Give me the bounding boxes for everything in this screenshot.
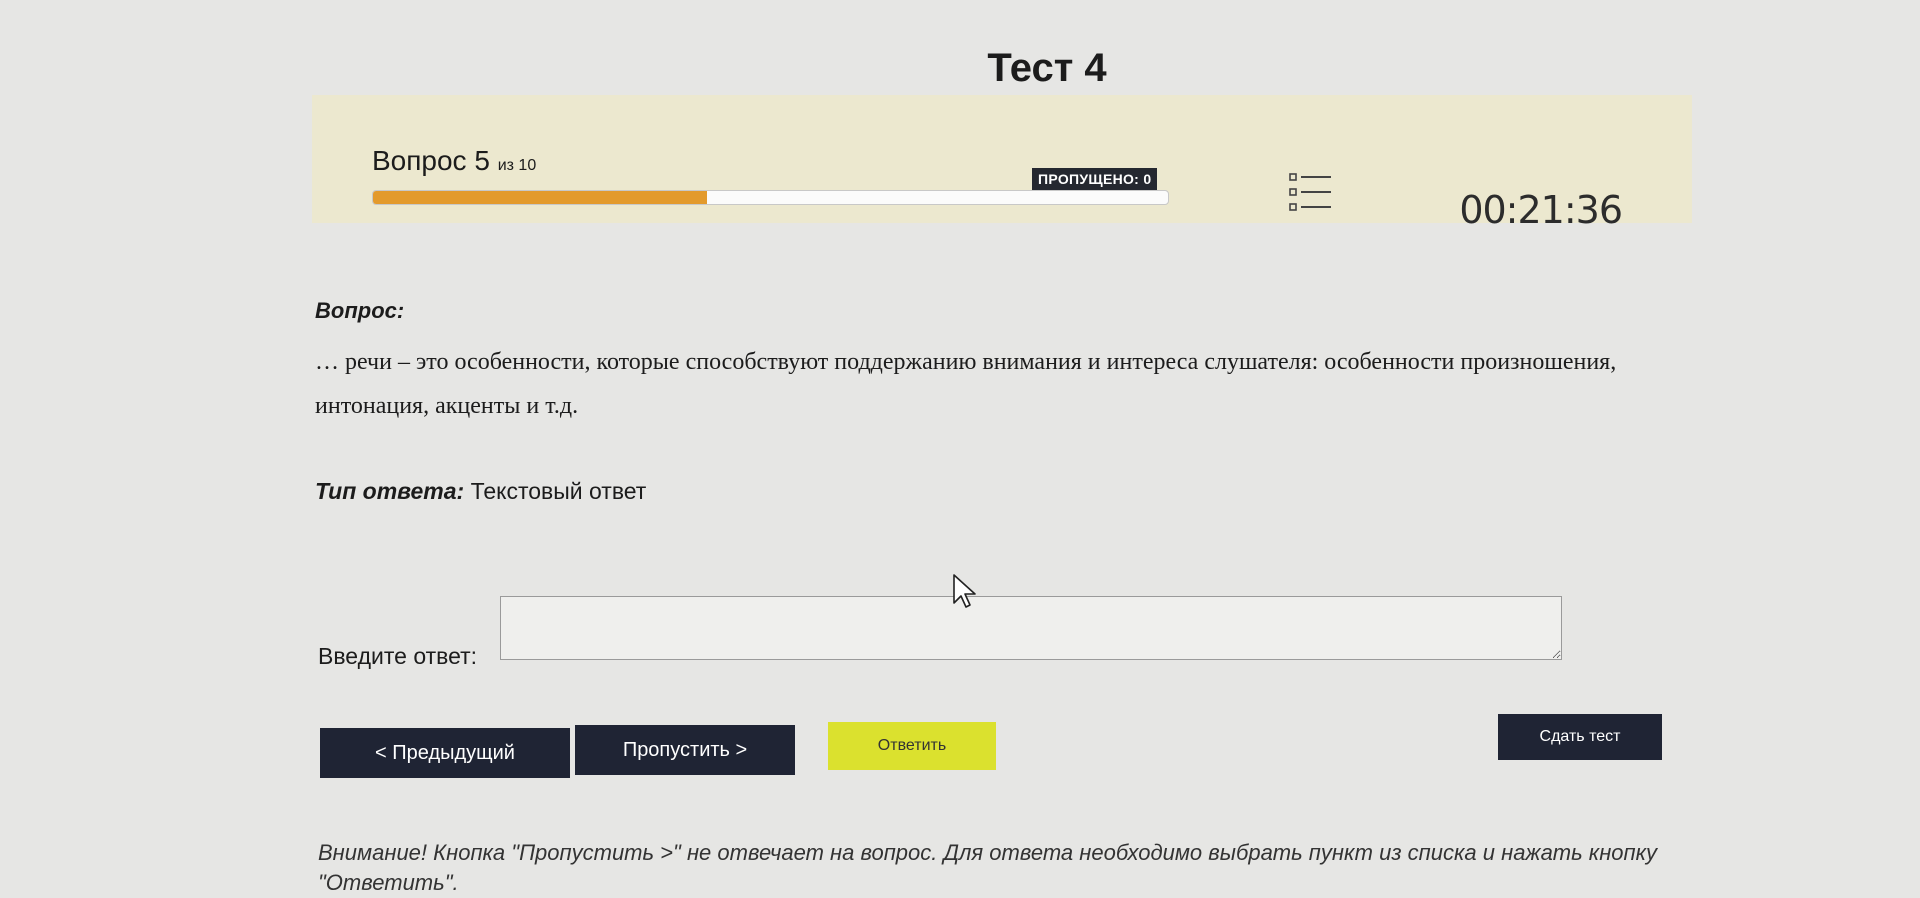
progress-fill [373,191,707,204]
question-word: Вопрос [372,145,467,176]
skipped-badge[interactable]: ПРОПУЩЕНО: 0 [1032,168,1158,190]
answer-label: Введите ответ: [318,643,478,669]
question-counter: Вопрос 5 из 10 [372,145,536,177]
skip-button[interactable]: Пропустить > [575,725,795,775]
progress-bar [372,190,1169,205]
question-text: … речи – это особенности, которые способ… [315,349,1617,419]
question-total: из 10 [497,157,537,174]
status-bar: Вопрос 5 из 10 ПРОПУЩЕНО: 0 00:21:36 [312,95,1692,232]
question-number: 5 [474,145,490,176]
answer-button[interactable]: Ответить [828,722,996,770]
notice-text: Внимание! Кнопка "Пропустить >" не отвеч… [318,840,1658,895]
answer-type: Тип ответа: Текстовый ответ [315,478,646,505]
mouse-cursor-icon [952,573,978,614]
previous-button[interactable]: < Предыдущий [320,728,570,778]
list-icon[interactable] [1289,173,1333,218]
finish-test-button[interactable]: Сдать тест [1498,714,1662,760]
question-label: Вопрос: [315,298,405,323]
page-title: Тест 4 [987,46,1107,90]
timer: 00:21:36 [1459,188,1623,232]
answer-input[interactable] [500,596,1562,660]
answer-type-label: Тип ответа: [315,478,465,504]
answer-type-value: Текстовый ответ [470,478,647,504]
